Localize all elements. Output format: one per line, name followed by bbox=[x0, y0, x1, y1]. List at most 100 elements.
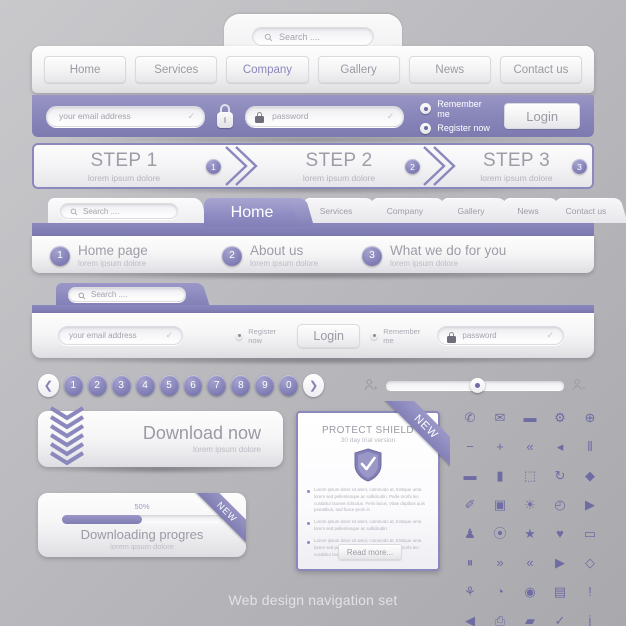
menu-item-services[interactable]: Services bbox=[135, 56, 218, 83]
phone-icon[interactable]: ✆ bbox=[455, 403, 485, 432]
page-0[interactable]: 0 bbox=[279, 374, 299, 396]
clock-icon[interactable]: ◴ bbox=[545, 490, 575, 519]
steps-bar: STEP 1 lorem ipsum dolore 1 STEP 2 lorem… bbox=[32, 143, 594, 194]
pause-icon[interactable]: ⏸ bbox=[455, 548, 485, 577]
remember-me-option[interactable]: Remember me bbox=[420, 99, 496, 119]
printer-icon[interactable]: ⎙ bbox=[485, 606, 515, 626]
forward-icon[interactable]: » bbox=[485, 548, 515, 577]
page-3[interactable]: 3 bbox=[111, 374, 131, 396]
login-button[interactable]: Login bbox=[504, 103, 580, 129]
page-5[interactable]: 5 bbox=[159, 374, 179, 396]
play-arrow-icon[interactable]: ▶ bbox=[545, 548, 575, 577]
chat-icon[interactable]: ▭ bbox=[575, 519, 605, 548]
tab-services[interactable]: Services bbox=[304, 198, 368, 223]
page-8[interactable]: 8 bbox=[231, 374, 251, 396]
search-input[interactable]: Search .... bbox=[252, 27, 374, 46]
search-icon bbox=[264, 33, 273, 42]
page-6[interactable]: 6 bbox=[183, 374, 203, 396]
check-icon: ✓ bbox=[165, 330, 174, 340]
slider-knob[interactable] bbox=[469, 377, 485, 393]
page-2[interactable]: 2 bbox=[87, 374, 107, 396]
secondary-remember-label: Remember me bbox=[383, 326, 421, 345]
user-icon[interactable]: ♟ bbox=[455, 519, 485, 548]
equalizer-icon[interactable]: ⦀ bbox=[575, 432, 605, 461]
back-icon[interactable]: ◀ bbox=[455, 606, 485, 626]
feature-what-we-do[interactable]: 3 What we do for you lorem ipsum dolore bbox=[362, 243, 506, 268]
remember-me-label: Remember me bbox=[437, 98, 482, 119]
step-subtitle: lorem ipsum dolore bbox=[480, 173, 553, 183]
pagination-prev-button[interactable]: ❮ bbox=[38, 373, 59, 397]
menu-item-home[interactable]: Home bbox=[44, 56, 127, 83]
volume-icon[interactable]: ◂ bbox=[545, 432, 575, 461]
page-4[interactable]: 4 bbox=[135, 374, 155, 396]
lock-small-icon bbox=[447, 332, 457, 343]
shield-bullet-2: Lorem ipsum dolor sit amet, commodo at, … bbox=[298, 519, 438, 533]
camera-icon[interactable]: ▣ bbox=[485, 490, 515, 519]
feature-about-us[interactable]: 2 About us lorem ipsum dolore bbox=[222, 243, 318, 268]
globe-icon[interactable]: ⊕ bbox=[575, 403, 605, 432]
fullscreen-icon[interactable]: ⬚ bbox=[515, 461, 545, 490]
bullet-text: Lorem ipsum dolor sit amet, commodo at, … bbox=[314, 519, 422, 532]
menu-item-gallery[interactable]: Gallery bbox=[317, 56, 400, 83]
feature-subtitle: lorem ipsum dolore bbox=[78, 259, 147, 268]
menu-item-company[interactable]: Company bbox=[226, 56, 309, 83]
secondary-login-button[interactable]: Login bbox=[297, 323, 361, 348]
tab-search-input[interactable]: Search .... bbox=[60, 203, 178, 219]
secondary-remember-option[interactable]: Remember me bbox=[370, 327, 427, 345]
minus-icon[interactable]: − bbox=[455, 432, 485, 461]
folder-icon[interactable]: ▬ bbox=[455, 461, 485, 490]
secondary-password-field[interactable]: password ✓ bbox=[437, 326, 564, 345]
user-remove-icon bbox=[573, 379, 586, 390]
lock-small-icon bbox=[255, 111, 265, 123]
plus-icon[interactable]: + bbox=[485, 432, 515, 461]
rss-icon[interactable]: ⦿ bbox=[485, 519, 515, 548]
login-bar: your email address ✓ password ✓ Remember… bbox=[32, 95, 594, 144]
secondary-email-field[interactable]: your email address ✓ bbox=[58, 326, 184, 345]
tab-company[interactable]: Company bbox=[372, 198, 438, 223]
refresh-icon[interactable]: ↻ bbox=[545, 461, 575, 490]
password-field[interactable]: password ✓ bbox=[245, 105, 405, 127]
check-icon[interactable]: ✓ bbox=[545, 606, 575, 626]
tag-icon[interactable]: ◆ bbox=[575, 461, 605, 490]
page-9[interactable]: 9 bbox=[255, 374, 275, 396]
envelope-icon[interactable]: ✉ bbox=[485, 403, 515, 432]
shield-icon[interactable]: ◇ bbox=[575, 548, 605, 577]
secondary-search-input[interactable]: Search .... bbox=[68, 287, 186, 302]
play-icon[interactable]: ▶ bbox=[575, 490, 605, 519]
brightness-icon[interactable]: ☀ bbox=[515, 490, 545, 519]
tab-gallery[interactable]: Gallery bbox=[442, 198, 500, 223]
page-7[interactable]: 7 bbox=[207, 374, 227, 396]
info-icon[interactable]: ј bbox=[575, 606, 605, 626]
download-button[interactable]: Download now lorem ipsum dolore bbox=[38, 406, 283, 474]
menu-item-contact-us[interactable]: Contact us bbox=[499, 56, 583, 83]
trash-icon[interactable]: ▮ bbox=[485, 461, 515, 490]
slider-track[interactable] bbox=[386, 377, 564, 393]
pagination-next-button[interactable]: ❯ bbox=[303, 373, 325, 397]
tab-home[interactable]: Home bbox=[204, 198, 300, 227]
shield-new-ribbon-label: NEW bbox=[384, 401, 450, 467]
menu-item-news[interactable]: News bbox=[408, 56, 491, 83]
user-add-icon bbox=[365, 379, 378, 390]
register-now-option[interactable]: Register now bbox=[420, 122, 496, 134]
pin-icon[interactable]: ✐ bbox=[455, 490, 485, 519]
search-icon bbox=[78, 292, 86, 300]
rewind-icon[interactable]: « bbox=[515, 548, 545, 577]
email-field[interactable]: your email address ✓ bbox=[46, 105, 206, 127]
video-icon[interactable]: ▰ bbox=[515, 606, 545, 626]
feature-home-page[interactable]: 1 Home page lorem ipsum dolore bbox=[50, 243, 148, 268]
mute-icon[interactable]: « bbox=[515, 432, 545, 461]
read-more-button[interactable]: Read more... bbox=[338, 544, 402, 560]
star-icon[interactable]: ★ bbox=[515, 519, 545, 548]
heart-icon[interactable]: ♥ bbox=[545, 519, 575, 548]
step-3[interactable]: STEP 3 lorem ipsum dolore bbox=[454, 150, 579, 183]
step-badge-1: 1 bbox=[206, 159, 221, 174]
tab-news[interactable]: News bbox=[504, 198, 552, 223]
bullet-icon bbox=[307, 522, 310, 526]
secondary-register-option[interactable]: Register now bbox=[235, 327, 287, 345]
step-2[interactable]: STEP 2 lorem ipsum dolore bbox=[259, 150, 419, 183]
tab-contact-us[interactable]: Contact us bbox=[556, 198, 616, 223]
step-1[interactable]: STEP 1 lorem ipsum dolore bbox=[44, 150, 204, 183]
page-1[interactable]: 1 bbox=[63, 374, 83, 396]
briefcase-icon[interactable]: ▬ bbox=[515, 403, 545, 432]
gear-icon[interactable]: ⚙ bbox=[545, 403, 575, 432]
